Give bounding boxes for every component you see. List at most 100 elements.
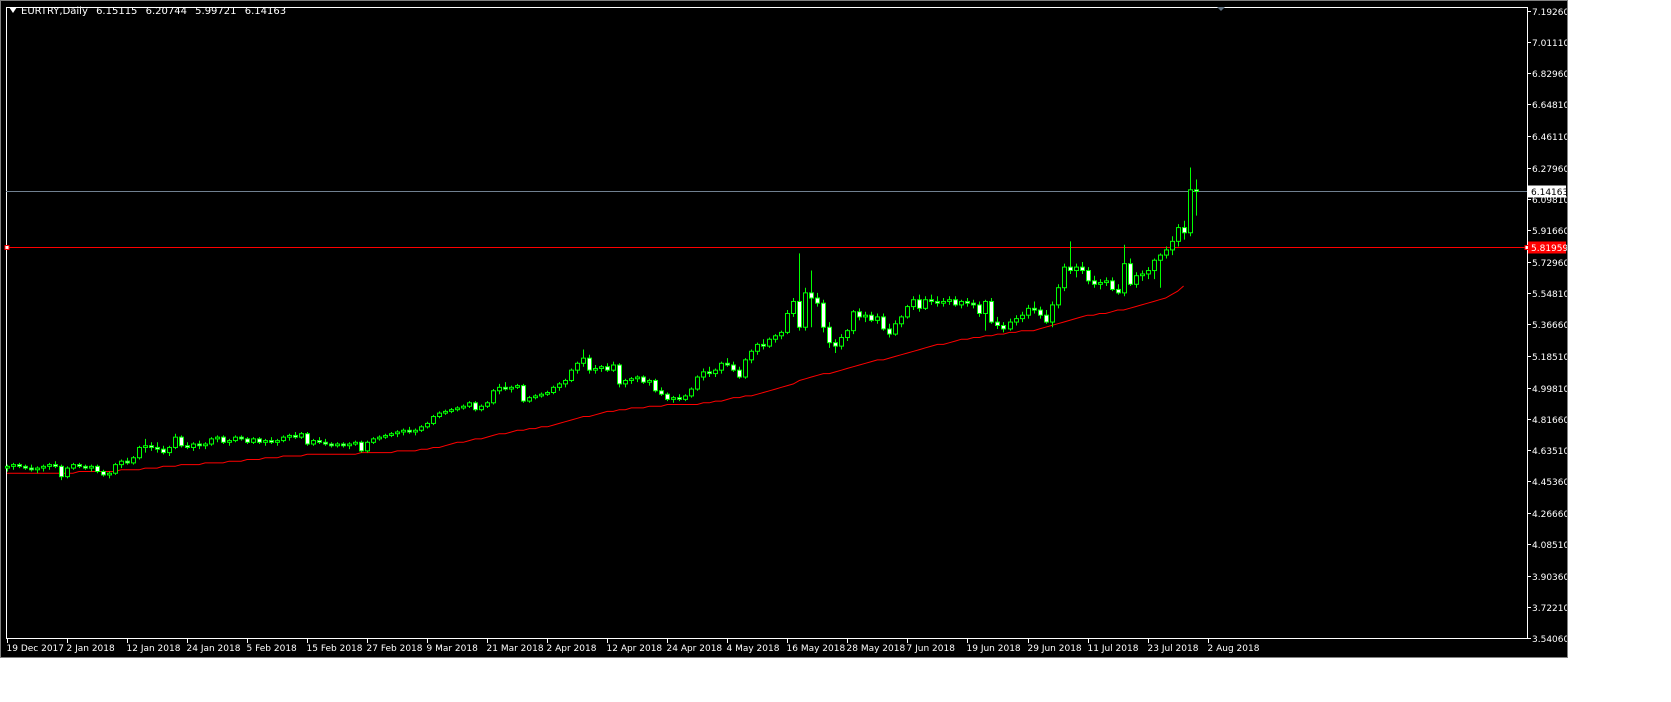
dropdown-triangle-icon[interactable] [9,7,17,13]
time-tick-label: 27 Feb 2018 [367,644,423,654]
candle-body [335,443,340,447]
candle-body [791,300,796,314]
candle-body [479,405,484,411]
price-tick-label: 4.45360 [1532,478,1568,488]
candle-body [5,465,10,469]
candle-body [449,409,454,412]
candle-body [851,311,856,332]
candle-body [1104,280,1109,284]
candle-body [89,465,94,469]
candle-body [1026,307,1031,316]
candle-body [827,326,832,344]
candle-body [911,299,916,308]
candle-body [593,367,598,371]
candle-body [11,464,16,467]
candle-body [359,441,364,452]
candle-body [755,343,760,352]
candle-body [485,402,490,407]
time-tick-label: 28 May 2018 [847,644,906,654]
candle-body [305,433,310,445]
chart-shift-marker-icon [1217,7,1225,11]
candle-body [1068,266,1073,272]
candle-body [17,464,22,467]
candle-body [53,464,58,467]
price-tick-label: 5.36660 [1532,321,1568,331]
candle-body [569,369,574,381]
candle-body [1188,189,1193,234]
candle-body [683,395,688,400]
price-chart[interactable]: 7.19260 7.01110 6.82960 6.64810 6.46110 6.279… [1,1,1568,658]
candle-body [41,465,46,469]
candle-body [971,302,976,306]
candle-body [977,304,982,314]
candle-body [623,379,628,385]
candle-body [533,395,538,399]
candle-body [989,300,994,323]
candle-body [677,397,682,400]
candle-body [713,369,718,375]
candle-body [761,343,766,347]
candle-body [503,386,508,390]
candle-body [1134,275,1139,285]
candle-body [1140,273,1145,277]
time-tick-label: 21 Mar 2018 [487,644,544,654]
candle-body [1020,314,1025,320]
candle-body [131,457,136,464]
price-tick-label: 4.63510 [1532,447,1568,457]
candle-body [875,316,880,321]
candle-body [617,364,622,385]
price-tick-label: 6.27960 [1532,165,1568,175]
candle-body [587,357,592,371]
price-tick-label: 5.54810 [1532,290,1568,300]
time-tick-label: 7 Jun 2018 [907,644,956,654]
candle-body [209,438,214,445]
candle-body [1116,288,1121,294]
candle-body [773,335,778,340]
candle-body [1146,270,1151,275]
time-tick-label: 2 Jan 2018 [67,644,115,654]
chart-window[interactable]: 7.19260 7.01110 6.82960 6.64810 6.46110 6.279… [0,0,1568,658]
candle-body [953,299,958,306]
candle-body [347,443,352,447]
candle-body [179,436,184,447]
candle-body [749,350,754,361]
candle-body [365,441,370,452]
candle-body [881,316,886,330]
candle-body [767,338,772,347]
time-tick-label: 9 Mar 2018 [427,644,479,654]
candle-body [125,460,130,464]
candle-body [227,440,232,443]
candle-body [1194,189,1199,193]
candle-body [995,321,1000,327]
price-tick-label: 3.72210 [1532,604,1568,614]
high-value: 6.20744 [145,6,187,17]
candle-body [869,314,874,321]
candle-body [245,438,250,443]
candle-body [641,376,646,383]
candle-body [1014,318,1019,323]
candle-body [353,441,358,445]
candle-body [1074,266,1079,272]
candle-body [299,433,304,438]
time-tick-label: 4 May 2018 [727,644,780,654]
candle-body [1098,282,1103,285]
candle-body [575,362,580,371]
price-tick-label: 3.54060 [1532,635,1568,645]
candle-body [695,376,700,390]
candle-body [173,436,178,448]
candle-body [203,443,208,447]
candle-body [893,323,898,335]
candle-body [1152,259,1157,272]
candle-body [929,299,934,302]
candle-body [467,402,472,407]
candle-body [629,378,634,381]
candle-body [155,446,160,450]
candle-body [941,300,946,304]
candle-body [917,299,922,309]
plot-frame [6,7,1528,639]
price-tick-label: 3.90360 [1532,573,1568,583]
candle-body [407,429,412,433]
candle-body [443,410,448,414]
candle-body [1080,266,1085,272]
candle-body [143,445,148,448]
